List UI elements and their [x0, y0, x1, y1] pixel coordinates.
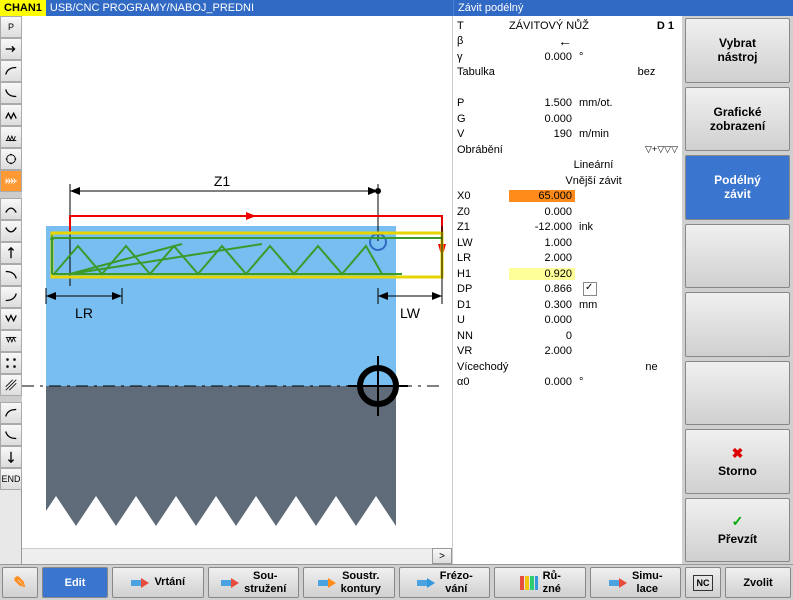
program-path: USB/CNC PROGRAMY/NABOJ_PREDNI — [46, 0, 453, 16]
canvas-label-lw: LW — [400, 305, 421, 321]
hsoftkey-3[interactable]: Frézo- vání — [399, 567, 491, 598]
tool-vert-2[interactable] — [0, 446, 22, 468]
param-T[interactable]: T ZÁVITOVÝ NŮŽ D 1 — [457, 18, 678, 34]
operation-icon — [519, 575, 539, 591]
tool-vert-arrow[interactable] — [0, 242, 22, 264]
param-G[interactable]: G 0.000 — [457, 111, 678, 127]
tool-thread-2[interactable] — [0, 330, 22, 352]
left-toolbar: P END — [0, 16, 22, 564]
tool-pattern[interactable] — [0, 148, 22, 170]
tool-pattern-2[interactable] — [0, 352, 22, 374]
vsoftkey-0[interactable]: Vybrat nástroj — [685, 18, 790, 83]
hsoftkey-label: Soustr. kontury — [341, 570, 381, 594]
hsoftkey-0[interactable]: Vrtání — [112, 567, 204, 598]
param-P[interactable]: P 1.500 mm/ot. — [457, 96, 678, 112]
param-Z0[interactable]: Z0 0.000 — [457, 204, 678, 220]
vsoftkey-1[interactable]: Grafické zobrazení — [685, 87, 790, 152]
vsoftkey-7[interactable]: ✓ Převzít — [685, 498, 790, 563]
horizontal-softkeys: ✎ Edit Vrtání Sou- stružení Soustr. kontur… — [0, 564, 793, 600]
vsoftkey-label: Převzít — [718, 532, 757, 546]
tool-curve-1[interactable] — [0, 60, 22, 82]
hsoftkey-label: Rů- zné — [543, 570, 561, 594]
param-vicechody[interactable]: Vícechodý ne — [457, 359, 678, 375]
param-mode1[interactable]: Lineární — [457, 158, 678, 174]
hsoftkey-label: Simu- lace — [632, 570, 663, 594]
edit-button[interactable]: Edit — [42, 567, 108, 598]
dp-checkbox[interactable] — [583, 282, 597, 296]
param-U[interactable]: U 0.000 — [457, 313, 678, 329]
nc-icon-button[interactable]: NC — [685, 567, 721, 598]
tool-curve-2[interactable] — [0, 82, 22, 104]
vsoftkey-label: Storno — [718, 464, 757, 478]
cancel-icon: ✖ — [732, 445, 744, 462]
hsoftkey-label: Frézo- vání — [440, 570, 473, 594]
vsoftkey-6[interactable]: ✖ Storno — [685, 429, 790, 494]
tool-thread-icon[interactable] — [0, 126, 22, 148]
hsoftkey-label: Sou- stružení — [244, 570, 286, 594]
tool-zigzag-2[interactable] — [0, 308, 22, 330]
param-obrabeni[interactable]: Obrábění ▽+▽▽▽ — [457, 142, 678, 158]
tool-arrow-right[interactable] — [0, 38, 22, 60]
param-DP[interactable]: DP 0.866 — [457, 282, 678, 298]
zvolit-button[interactable]: Zvolit — [725, 567, 791, 598]
param-LR[interactable]: LR 2.000 — [457, 251, 678, 267]
param-Z1[interactable]: Z1 -12.000 ink — [457, 220, 678, 236]
vsoftkey-3[interactable] — [685, 224, 790, 289]
param-beta[interactable]: β ← — [457, 34, 678, 50]
param-tabulka[interactable]: Tabulka bez — [457, 65, 678, 81]
parameters-panel: T ZÁVITOVÝ NŮŽ D 1 β ← γ 0.000 ° Tabulka… — [452, 16, 682, 564]
param-H1[interactable]: H1 0.920 — [457, 266, 678, 282]
param-VR[interactable]: VR 2.000 — [457, 344, 678, 360]
operation-icon — [317, 575, 337, 591]
graphics-canvas: Z1 — [22, 16, 452, 564]
vsoftkey-label: Vybrat nástroj — [717, 36, 757, 64]
param-mode2[interactable]: Vnější závit — [457, 173, 678, 189]
pencil-icon: ✎ — [10, 575, 30, 591]
operation-icon — [608, 575, 628, 591]
vertical-softkeys: Vybrat nástroj Grafické zobrazení Podélný … — [682, 16, 793, 564]
cycle-title: Závit podélný — [453, 0, 793, 16]
tool-end[interactable]: END — [0, 468, 22, 490]
scroll-right-button[interactable]: > — [432, 548, 452, 564]
operation-icon — [220, 575, 240, 591]
horizontal-scrollbar[interactable] — [22, 548, 432, 564]
param-alpha0[interactable]: α0 0.000 ° — [457, 375, 678, 391]
param-NN[interactable]: NN 0 — [457, 328, 678, 344]
param-V[interactable]: V 190 m/min — [457, 127, 678, 143]
tool-p[interactable]: P — [0, 16, 22, 38]
tool-hatch[interactable] — [0, 374, 22, 396]
hsoftkey-label: Vrtání — [154, 576, 185, 588]
tool-curve-3[interactable] — [0, 198, 22, 220]
param-gamma[interactable]: γ 0.000 ° — [457, 49, 678, 65]
vsoftkey-5[interactable] — [685, 361, 790, 426]
tool-curve-5[interactable] — [0, 264, 22, 286]
hsoftkey-4[interactable]: Rů- zné — [494, 567, 586, 598]
vsoftkey-label: Podélný závit — [714, 173, 761, 201]
vsoftkey-2[interactable]: Podélný závit — [685, 155, 790, 220]
param-LW[interactable]: LW 1.000 — [457, 235, 678, 251]
tool-zigzag[interactable] — [0, 104, 22, 126]
tool-thread-active[interactable] — [0, 170, 22, 192]
hsoftkey-1[interactable]: Sou- stružení — [208, 567, 300, 598]
channel-indicator: CHAN1 — [0, 0, 46, 16]
tool-curve-8[interactable] — [0, 424, 22, 446]
tool-curve-4[interactable] — [0, 220, 22, 242]
operation-icon — [130, 575, 150, 591]
param-X0[interactable]: X0 65.000 — [457, 189, 678, 205]
tool-curve-7[interactable] — [0, 402, 22, 424]
canvas-label-lr: LR — [75, 305, 93, 321]
title-bar: CHAN1 USB/CNC PROGRAMY/NABOJ_PREDNI Závi… — [0, 0, 793, 16]
tool-curve-6[interactable] — [0, 286, 22, 308]
canvas-label-z1: Z1 — [214, 173, 231, 189]
vsoftkey-4[interactable] — [685, 292, 790, 357]
hsoftkey-5[interactable]: Simu- lace — [590, 567, 682, 598]
operation-icon — [416, 575, 436, 591]
accept-icon: ✓ — [732, 513, 744, 530]
param-D1[interactable]: D1 0.300 mm — [457, 297, 678, 313]
nc-icon: NC — [693, 575, 713, 591]
vsoftkey-label: Grafické zobrazení — [710, 105, 765, 133]
edit-icon-button[interactable]: ✎ — [2, 567, 38, 598]
hsoftkey-2[interactable]: Soustr. kontury — [303, 567, 395, 598]
